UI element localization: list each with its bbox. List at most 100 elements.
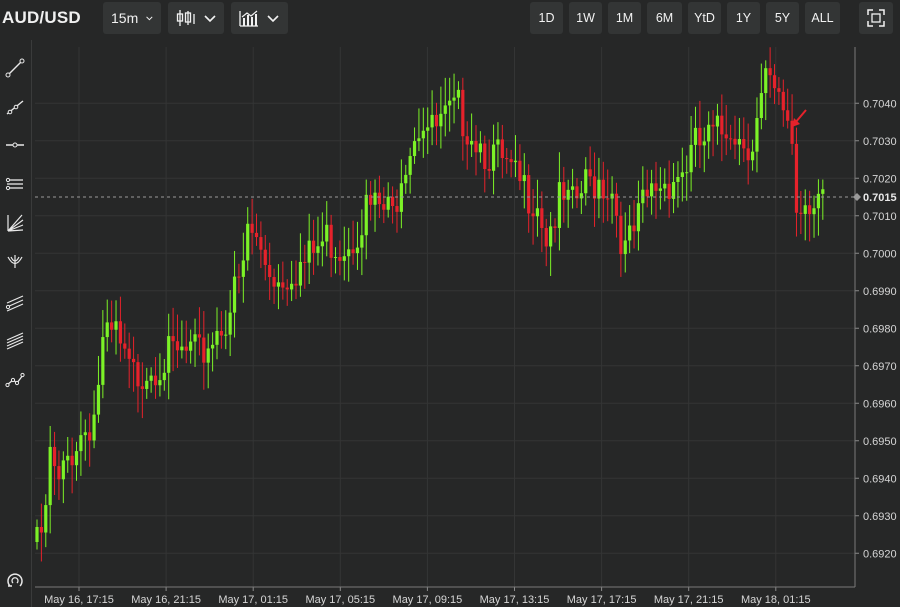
candle-body xyxy=(592,176,597,199)
candle-body xyxy=(518,160,522,182)
candle-body xyxy=(61,460,65,480)
candle-body xyxy=(377,192,382,205)
y-tick-label: 0.7040 xyxy=(863,98,897,110)
candle-body xyxy=(799,212,803,214)
y-tick-label: 0.6990 xyxy=(863,286,897,298)
candle-body xyxy=(79,435,83,452)
candle-body xyxy=(373,192,377,205)
candle-body xyxy=(768,68,772,76)
candle-body xyxy=(294,283,298,286)
candle-body xyxy=(136,362,140,387)
x-tick-label: May 17, 21:15 xyxy=(654,594,724,606)
candle-body xyxy=(597,179,601,199)
candle-body xyxy=(737,139,741,145)
candle-body xyxy=(812,208,816,215)
candle-body xyxy=(671,181,676,199)
candle-body xyxy=(66,455,70,461)
candle-body xyxy=(759,93,763,119)
candle-body xyxy=(474,140,478,153)
candle-body xyxy=(628,225,632,241)
y-tick-label: 0.6940 xyxy=(863,473,897,485)
candle-body xyxy=(461,89,465,137)
candle-body xyxy=(702,141,706,146)
candle-body xyxy=(623,240,627,255)
candle-body xyxy=(342,256,346,261)
candle-body xyxy=(610,193,614,199)
candle-body xyxy=(465,136,469,145)
x-tick-label: May 16, 21:15 xyxy=(131,594,201,606)
candle-body xyxy=(487,168,491,171)
candle-body xyxy=(544,227,548,247)
candle-body xyxy=(417,138,421,142)
candle-body xyxy=(443,105,447,114)
candle-body xyxy=(259,237,263,250)
candle-body xyxy=(268,264,272,278)
candle-body xyxy=(404,174,408,184)
candle-body xyxy=(540,208,544,228)
y-tick-label: 0.7030 xyxy=(863,136,897,148)
candle-body xyxy=(803,205,807,214)
candle-body xyxy=(325,224,329,242)
candle-body xyxy=(676,176,680,182)
candle-body xyxy=(430,114,434,128)
x-tick-label: May 17, 01:15 xyxy=(218,594,288,606)
price-chart[interactable]: 0.6920 0.6930 0.6940 0.6950 0.6960 0.6970 0.69… xyxy=(0,0,900,607)
candle-body xyxy=(175,341,180,351)
candle-body xyxy=(786,110,790,121)
candle-body xyxy=(772,75,777,89)
candle-body xyxy=(329,224,333,258)
candle-body xyxy=(171,336,175,342)
candle-body xyxy=(654,183,658,191)
candle-body xyxy=(733,138,737,145)
candle-body xyxy=(658,188,662,191)
candle-body xyxy=(408,156,412,175)
candle-body xyxy=(149,375,153,381)
candle-body xyxy=(369,194,373,205)
chart-overlay: 0.7015 xyxy=(35,109,897,204)
candle-body xyxy=(197,334,202,338)
candle-body xyxy=(110,322,114,330)
candle-body xyxy=(272,277,276,287)
candle-body xyxy=(162,372,166,381)
candle-body xyxy=(232,276,237,313)
candle-body xyxy=(527,175,531,214)
candle-body xyxy=(399,183,403,212)
candle-body xyxy=(707,124,711,142)
candle-body xyxy=(237,276,241,278)
candle-body xyxy=(579,193,583,199)
candle-body xyxy=(509,159,513,163)
candle-body xyxy=(290,283,294,290)
candle-body xyxy=(360,235,364,248)
candle-body xyxy=(88,432,92,441)
candle-body xyxy=(153,375,158,386)
candle-body xyxy=(522,175,526,182)
candle-body xyxy=(535,208,540,217)
candle-body xyxy=(777,88,781,92)
candle-body xyxy=(158,380,162,386)
candle-body xyxy=(364,194,368,236)
candle-body xyxy=(254,232,259,238)
x-tick-label: May 17, 09:15 xyxy=(393,594,463,606)
candle-body xyxy=(74,451,79,466)
candle-body xyxy=(131,358,136,363)
candle-body xyxy=(202,337,206,363)
candle-body xyxy=(382,204,386,210)
candle-body xyxy=(52,446,57,467)
candle-body xyxy=(711,124,715,127)
candle-body xyxy=(276,282,281,287)
candle-body xyxy=(632,225,636,232)
candle-body xyxy=(426,127,430,131)
candle-body xyxy=(750,151,755,161)
candle-body xyxy=(35,527,39,542)
candle-body xyxy=(570,186,575,190)
candle-body xyxy=(794,143,799,213)
candle-body xyxy=(167,336,171,373)
candle-body xyxy=(566,189,570,200)
candle-body xyxy=(246,223,250,261)
y-tick-label: 0.7000 xyxy=(863,248,897,260)
candle-body xyxy=(421,130,425,139)
candle-body xyxy=(553,226,557,228)
candle-body xyxy=(250,223,254,233)
candle-body xyxy=(729,138,733,140)
candle-body xyxy=(351,249,355,254)
